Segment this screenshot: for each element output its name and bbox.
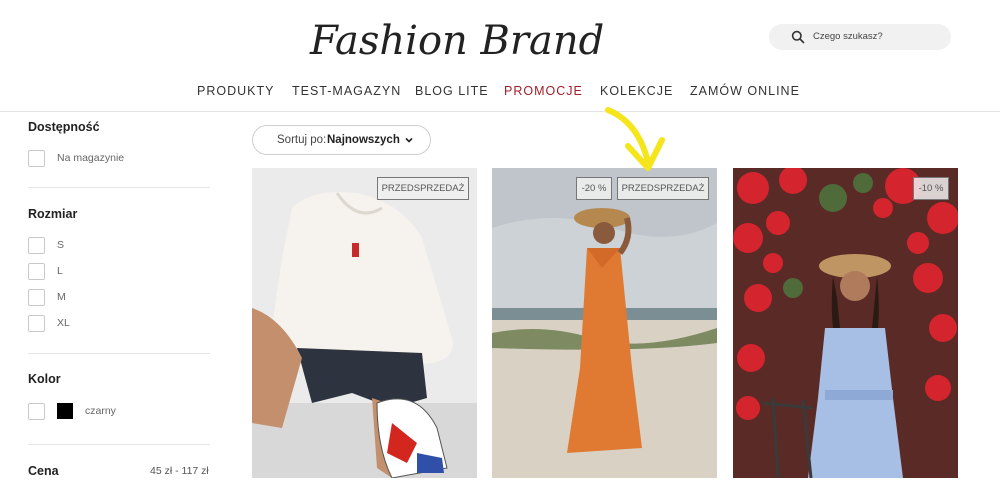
checkbox-label-size-xl: XL [57, 317, 70, 329]
sort-value: Najnowszych [327, 134, 400, 146]
badge-preorder: PRZEDSPRZEDAŻ [377, 177, 469, 200]
nav-item-test-magazyn[interactable]: TEST-MAGAZYN [292, 84, 401, 98]
search-placeholder: Czego szukasz? [813, 31, 883, 42]
filter-title-price: Cena [28, 464, 59, 478]
checkbox-size-l[interactable] [28, 263, 45, 280]
search-icon [791, 30, 805, 44]
filter-divider [28, 187, 210, 188]
checkbox-size-xl[interactable] [28, 315, 45, 332]
checkbox-label-size-s: S [57, 239, 65, 251]
price-range: 45 zł - 117 zł [150, 465, 209, 477]
annotation-arrow-icon [605, 107, 665, 171]
product-image [492, 168, 717, 478]
filter-title-size: Rozmiar [28, 207, 78, 221]
nav-item-blog-lite[interactable]: BLOG LITE [415, 84, 489, 98]
search-input[interactable]: Czego szukasz? [769, 24, 951, 50]
nav-item-produkty[interactable]: PRODUKTY [197, 84, 274, 98]
checkbox-label-size-l: L [57, 265, 63, 277]
product-card[interactable]: -10 % [733, 168, 958, 478]
checkbox-color-czarny[interactable] [28, 403, 45, 420]
product-card[interactable]: PRZEDSPRZEDAŻ [252, 168, 477, 478]
sort-label: Sortuj po: [277, 134, 327, 146]
checkbox-label-na-magazynie: Na magazynie [57, 152, 125, 164]
nav-item-zamow-online[interactable]: ZAMÓW ONLINE [690, 84, 800, 98]
sort-dropdown[interactable]: Sortuj po: Najnowszych [252, 125, 431, 155]
chevron-down-icon [405, 137, 413, 143]
checkbox-size-s[interactable] [28, 237, 45, 254]
header-divider [0, 111, 1000, 112]
brand-logo-text: Fashion Brand [309, 18, 604, 64]
badge-preorder: PRZEDSPRZEDAŻ [617, 177, 709, 200]
checkbox-na-magazynie[interactable] [28, 150, 45, 167]
checkbox-label-czarny: czarny [85, 405, 116, 417]
color-swatch-black[interactable] [57, 403, 73, 419]
checkbox-label-size-m: M [57, 291, 66, 303]
product-card[interactable]: -20 % PRZEDSPRZEDAŻ [492, 168, 717, 478]
filter-divider [28, 353, 210, 354]
product-image [252, 168, 477, 478]
filter-title-color: Kolor [28, 372, 61, 386]
filter-divider [28, 444, 210, 445]
nav-item-promocje[interactable]: PROMOCJE [504, 84, 583, 98]
badge-discount: -10 % [913, 177, 949, 200]
checkbox-size-m[interactable] [28, 289, 45, 306]
nav-item-kolekcje[interactable]: KOLEKCJE [600, 84, 673, 98]
main-nav: PRODUKTY TEST-MAGAZYN BLOG LITE PROMOCJE… [0, 84, 1000, 102]
badge-discount: -20 % [576, 177, 612, 200]
product-image [733, 168, 958, 478]
brand-logo[interactable]: Fashion Brand [300, 8, 690, 68]
filter-title-availability: Dostępność [28, 120, 100, 134]
